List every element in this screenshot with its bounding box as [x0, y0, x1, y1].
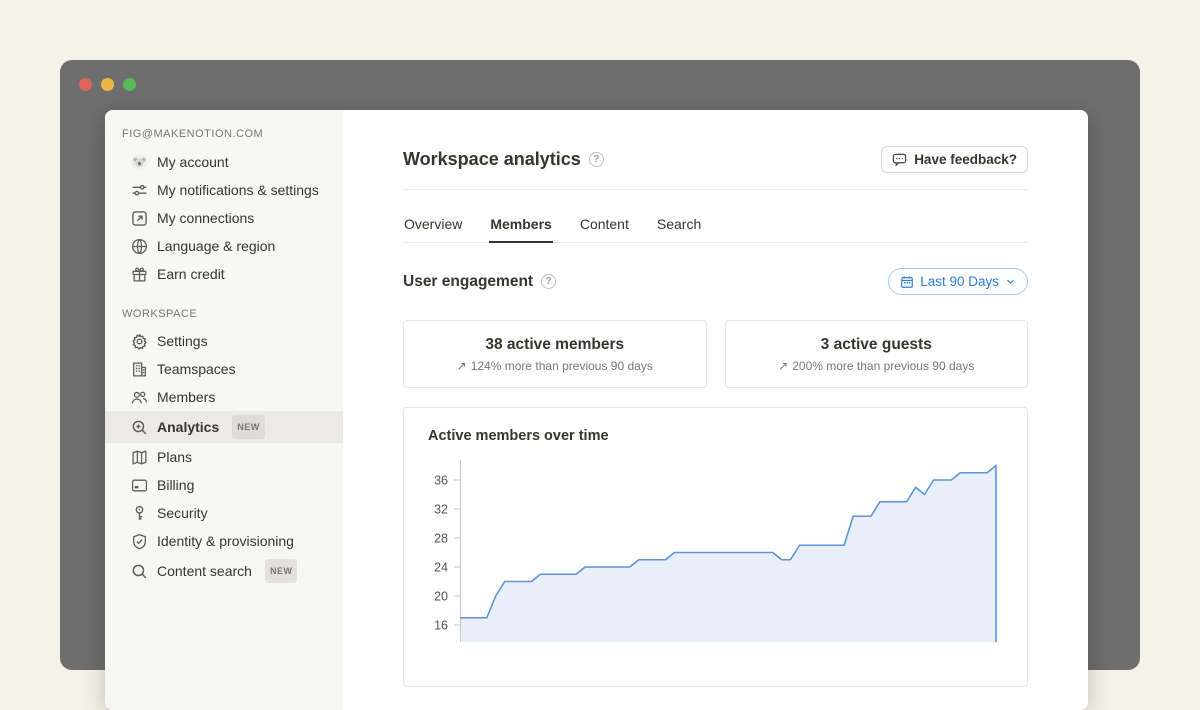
- tab-overview[interactable]: Overview: [403, 210, 463, 243]
- window-close-button[interactable]: [79, 78, 92, 91]
- y-axis-tick-label: 28: [434, 532, 448, 546]
- sidebar-item-label: My connections: [157, 208, 254, 228]
- app-window: FIG@MAKENOTION.COM My account My notifica…: [60, 60, 1140, 670]
- magnifier-icon: [130, 562, 148, 580]
- building-icon: [130, 360, 148, 378]
- window-titlebar: [60, 60, 1140, 108]
- stat-delta-text: 124% more than previous 90 days: [471, 359, 653, 373]
- tab-content[interactable]: Content: [579, 210, 630, 243]
- chart-card: Active members over time 36 32 28 24 20 16: [403, 407, 1028, 687]
- new-badge: NEW: [232, 415, 265, 439]
- workspace-section-label: Workspace: [105, 288, 343, 327]
- header-divider: [403, 189, 1028, 190]
- date-range-label: Last 90 Days: [920, 274, 999, 289]
- sidebar-item-label: Plans: [157, 447, 192, 467]
- sidebar-item-members[interactable]: Members: [105, 383, 343, 411]
- section-title: User engagement: [403, 273, 533, 291]
- stat-card: 38 active members ↗ 124% more than previou…: [403, 320, 707, 388]
- sidebar-item-label: Teamspaces: [157, 359, 236, 379]
- sidebar-item-plans[interactable]: Plans: [105, 443, 343, 471]
- stat-delta-text: 200% more than previous 90 days: [792, 359, 974, 373]
- stat-card: 3 active guests ↗ 200% more than previous …: [725, 320, 1029, 388]
- y-axis-tick-label: 36: [434, 474, 448, 488]
- speech-bubble-icon: [892, 152, 907, 167]
- area-chart-svg: 36 32 28 24 20 16: [404, 452, 1028, 642]
- tab-search[interactable]: Search: [656, 210, 702, 243]
- y-axis-tick-label: 20: [434, 590, 448, 604]
- sidebar-item-label: Content search: [157, 561, 252, 581]
- sidebar-item-my-connections[interactable]: My connections: [105, 204, 343, 232]
- chevron-down-icon: [1005, 276, 1016, 287]
- account-email-label: FIG@MAKENOTION.COM: [105, 124, 343, 148]
- workspace-nav: Settings Teamspaces Members Analytics NEW Pla…: [105, 327, 343, 587]
- settings-content: Workspace analytics ? Have feedback? Ove…: [343, 110, 1088, 710]
- date-range-dropdown[interactable]: Last 90 Days: [888, 268, 1028, 295]
- have-feedback-button[interactable]: Have feedback?: [881, 146, 1028, 173]
- avatar-icon: [130, 153, 148, 171]
- sliders-icon: [130, 181, 148, 199]
- sidebar-item-teamspaces[interactable]: Teamspaces: [105, 355, 343, 383]
- page-header: Workspace analytics ? Have feedback?: [403, 146, 1028, 173]
- analytics-tabs: Overview Members Content Search: [403, 210, 1028, 243]
- stat-value: 38 active members: [485, 336, 624, 354]
- y-axis-tick-label: 24: [434, 561, 448, 575]
- chart-title: Active members over time: [428, 428, 1027, 444]
- sidebar-item-billing[interactable]: Billing: [105, 471, 343, 499]
- trend-up-icon: ↗: [778, 359, 788, 373]
- magnifier-plus-icon: [130, 418, 148, 436]
- sidebar-item-my-account[interactable]: My account: [105, 148, 343, 176]
- window-zoom-button[interactable]: [123, 78, 136, 91]
- settings-sidebar: FIG@MAKENOTION.COM My account My notifica…: [105, 110, 343, 710]
- sidebar-item-label: Billing: [157, 475, 194, 495]
- people-icon: [130, 388, 148, 406]
- shield-check-icon: [130, 532, 148, 550]
- sidebar-item-label: Settings: [157, 331, 208, 351]
- credit-card-icon: [130, 476, 148, 494]
- sidebar-item-label: Security: [157, 503, 208, 523]
- sidebar-item-language-region[interactable]: Language & region: [105, 232, 343, 260]
- key-icon: [130, 504, 148, 522]
- gift-icon: [130, 265, 148, 283]
- y-axis-tick-label: 32: [434, 503, 448, 517]
- trend-up-icon: ↗: [457, 359, 467, 373]
- settings-dialog: FIG@MAKENOTION.COM My account My notifica…: [105, 110, 1088, 710]
- active-members-chart: 36 32 28 24 20 16: [404, 452, 1027, 642]
- have-feedback-label: Have feedback?: [914, 152, 1017, 167]
- sidebar-item-security[interactable]: Security: [105, 499, 343, 527]
- help-icon[interactable]: ?: [541, 274, 556, 289]
- gear-icon: [130, 332, 148, 350]
- account-nav: My account My notifications & settings My …: [105, 148, 343, 288]
- page-title: Workspace analytics: [403, 149, 581, 170]
- engagement-header: User engagement ? Last 90 Days: [403, 268, 1028, 295]
- sidebar-item-label: Analytics: [157, 417, 219, 437]
- arrow-up-right-icon: [130, 209, 148, 227]
- y-axis-tick-label: 16: [434, 619, 448, 633]
- window-minimize-button[interactable]: [101, 78, 114, 91]
- map-icon: [130, 448, 148, 466]
- sidebar-item-label: Language & region: [157, 236, 275, 256]
- sidebar-item-analytics[interactable]: Analytics NEW: [105, 411, 343, 443]
- sidebar-item-settings[interactable]: Settings: [105, 327, 343, 355]
- sidebar-item-label: My notifications & settings: [157, 180, 319, 200]
- help-icon[interactable]: ?: [589, 152, 604, 167]
- globe-icon: [130, 237, 148, 255]
- sidebar-item-earn-credit[interactable]: Earn credit: [105, 260, 343, 288]
- tab-members[interactable]: Members: [489, 210, 552, 243]
- stat-cards-row: 38 active members ↗ 124% more than previou…: [403, 320, 1028, 388]
- stat-delta: ↗ 200% more than previous 90 days: [778, 359, 974, 373]
- sidebar-item-label: Identity & provisioning: [157, 531, 294, 551]
- chart-area-fill: [460, 466, 996, 643]
- sidebar-item-identity-provisioning[interactable]: Identity & provisioning: [105, 527, 343, 555]
- new-badge: NEW: [265, 559, 298, 583]
- sidebar-item-my-notifications-settings[interactable]: My notifications & settings: [105, 176, 343, 204]
- sidebar-item-label: Earn credit: [157, 264, 225, 284]
- stat-delta: ↗ 124% more than previous 90 days: [457, 359, 653, 373]
- stat-value: 3 active guests: [821, 336, 932, 354]
- sidebar-item-label: Members: [157, 387, 215, 407]
- sidebar-item-content-search[interactable]: Content search NEW: [105, 555, 343, 587]
- sidebar-item-label: My account: [157, 152, 229, 172]
- calendar-icon: [900, 275, 914, 289]
